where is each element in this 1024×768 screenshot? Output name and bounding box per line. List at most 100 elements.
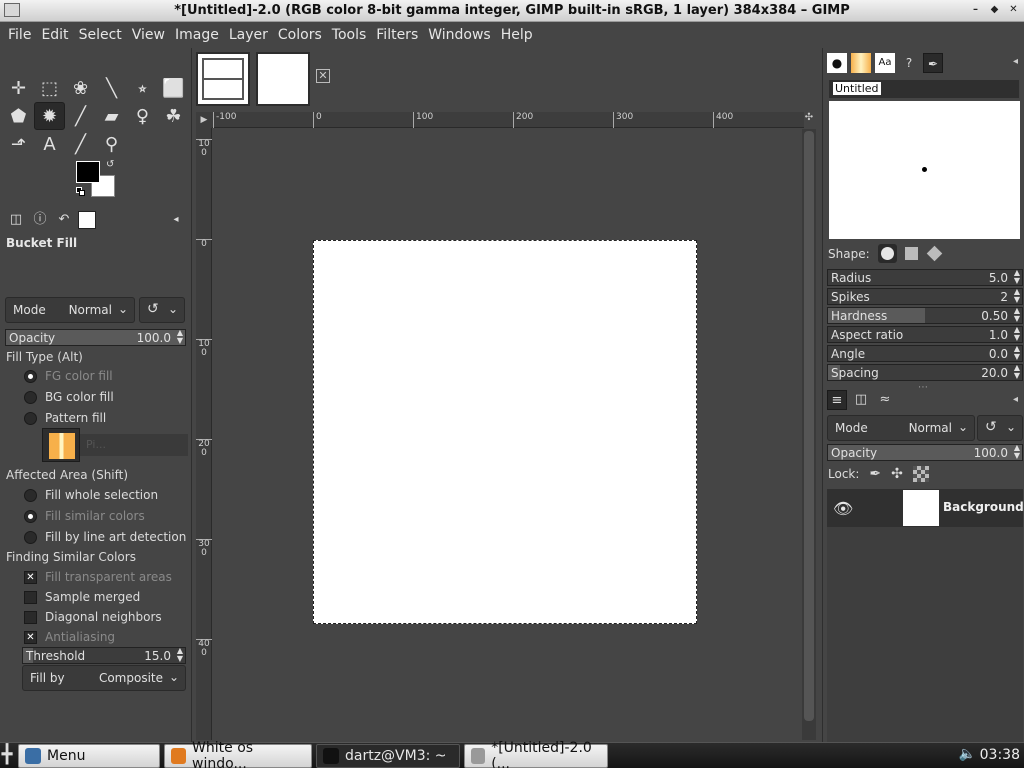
checkbox[interactable] — [24, 610, 37, 624]
brush-param-slider[interactable]: Aspect ratio 1.0 ▲ ▼ — [827, 326, 1023, 343]
brush-editor-tab-icon[interactable]: ✒ — [923, 53, 943, 73]
fonts-tab-icon[interactable]: Aa — [875, 53, 895, 73]
layer-opacity-slider[interactable]: Opacity 100.0 ▲ ▼ — [827, 444, 1023, 461]
menu-view[interactable]: View — [127, 22, 170, 48]
vertical-ruler[interactable]: 100 0 100 200 300 400 — [196, 128, 212, 740]
window-menu-icon[interactable] — [4, 3, 20, 17]
paintbrush-tool-icon[interactable]: ╱ — [65, 102, 96, 130]
spin-arrows-icon[interactable]: ▲ ▼ — [177, 329, 183, 345]
dock-separator-handle[interactable]: ⋯ — [918, 382, 928, 393]
fill-type-option[interactable]: Pattern fill — [24, 411, 106, 425]
spin-arrows-icon[interactable]: ▲ ▼ — [1014, 444, 1020, 460]
fill-by-combo[interactable]: Fill by Composite ⌄ — [22, 665, 186, 691]
shape-square-button[interactable] — [904, 247, 918, 260]
free-select-tool-icon[interactable]: ❀ — [65, 74, 96, 102]
brush-name-field[interactable]: Untitled — [829, 80, 1019, 98]
checkbox[interactable]: ✕ — [24, 570, 37, 584]
menu-colors[interactable]: Colors — [273, 22, 327, 48]
menu-file[interactable]: File — [3, 22, 36, 48]
lock-pixels-icon[interactable]: ✒ — [869, 466, 881, 482]
spin-arrows-icon[interactable]: ▲ ▼ — [1014, 307, 1020, 323]
zoom-tool-icon[interactable]: ⚲ — [96, 130, 127, 158]
taskbar-item[interactable]: *[Untitled]-2.0 (... — [464, 740, 608, 768]
bucket-fill-tool-icon[interactable]: ✹ — [34, 102, 65, 130]
paths-tab-icon[interactable]: ≈ — [875, 390, 895, 410]
threshold-slider[interactable]: Threshold 15.0 ▲ ▼ — [22, 647, 186, 664]
menu-help[interactable]: Help — [496, 22, 538, 48]
rect-select-tool-icon[interactable]: ⬚ — [34, 74, 65, 102]
canvas-viewport[interactable] — [212, 129, 802, 740]
image-canvas[interactable] — [313, 240, 697, 624]
fill-type-option[interactable]: FG color fill — [24, 369, 113, 383]
dock-menu-icon[interactable]: ◂ — [166, 210, 186, 230]
desktop-grip-icon[interactable]: ╋ — [0, 744, 14, 768]
layers-tab-icon[interactable]: ≡ — [827, 390, 847, 410]
undo-history-tab-icon[interactable]: ↶ — [54, 210, 74, 230]
similar-colors-option[interactable]: ✕ Antialiasing — [24, 630, 115, 644]
menu-image[interactable]: Image — [170, 22, 224, 48]
mode-combo[interactable]: Mode Normal ⌄ — [5, 297, 135, 323]
spin-arrows-icon[interactable]: ▲ ▼ — [1014, 288, 1020, 304]
color-picker-tool-icon[interactable]: ╱ — [65, 130, 96, 158]
volume-icon[interactable]: 🔈 — [959, 746, 976, 762]
brushes-tab-icon[interactable]: ● — [827, 53, 847, 73]
fill-type-option[interactable]: BG color fill — [24, 390, 114, 404]
device-status-tab-icon[interactable]: ⓘ — [30, 210, 50, 230]
radio-button[interactable] — [24, 488, 37, 502]
spin-arrows-icon[interactable]: ▲ ▼ — [1014, 326, 1020, 342]
taskbar-item[interactable]: White os windo... — [164, 740, 312, 768]
close-icon[interactable]: ✕ — [316, 69, 330, 83]
tool-options-tab-icon[interactable]: ◫ — [6, 210, 26, 230]
menu-layer[interactable]: Layer — [224, 22, 273, 48]
brush-param-slider[interactable]: Hardness 0.50 ▲ ▼ — [827, 307, 1023, 324]
transform-tool-icon[interactable]: ⬜ — [158, 74, 189, 102]
clone-tool-icon[interactable]: ♀ — [127, 102, 158, 130]
close-window-button[interactable]: ✕ — [1005, 2, 1022, 18]
pattern-swatch[interactable] — [42, 428, 80, 462]
affected-area-option[interactable]: Fill similar colors — [24, 509, 145, 523]
radio-button[interactable] — [24, 390, 37, 404]
swap-colors-icon[interactable]: ↺ — [106, 159, 114, 170]
affected-area-option[interactable]: Fill by line art detection — [24, 530, 186, 544]
menu-tools[interactable]: Tools — [327, 22, 372, 48]
affected-area-option[interactable]: Fill whole selection — [24, 488, 158, 502]
vertical-scrollbar[interactable] — [802, 129, 816, 740]
shape-circle-button[interactable] — [877, 244, 897, 263]
brush-param-slider[interactable]: Spacing 20.0 ▲ ▼ — [827, 364, 1023, 381]
menu-windows[interactable]: Windows — [423, 22, 496, 48]
maximize-button[interactable]: ◆ — [986, 2, 1003, 18]
brush-param-slider[interactable]: Spikes 2 ▲ ▼ — [827, 288, 1023, 305]
spin-arrows-icon[interactable]: ▲ ▼ — [177, 647, 183, 663]
radio-button[interactable] — [24, 530, 37, 544]
checkbox[interactable]: ✕ — [24, 630, 37, 644]
lock-alpha-icon[interactable] — [912, 466, 929, 482]
layer-row[interactable]: 👁 Background — [827, 489, 1024, 527]
eraser-tool-icon[interactable]: ▰ — [96, 102, 127, 130]
minimize-button[interactable]: – — [967, 2, 984, 18]
brush-param-slider[interactable]: Radius 5.0 ▲ ▼ — [827, 269, 1023, 286]
spin-arrows-icon[interactable]: ▲ ▼ — [1014, 345, 1020, 361]
image-tab-thumbnail[interactable] — [196, 52, 250, 106]
reverse-mode-combo[interactable]: ↺ ⌄ — [139, 297, 185, 323]
scrollbar-thumb[interactable] — [804, 131, 814, 721]
radio-button[interactable] — [24, 509, 37, 523]
default-colors-icon[interactable] — [76, 187, 85, 196]
channels-tab-icon[interactable]: ◫ — [851, 390, 871, 410]
horizontal-ruler[interactable]: -100 0 100 200 300 400 — [212, 112, 804, 128]
menu-select[interactable]: Select — [74, 22, 127, 48]
quick-mask-toggle-icon[interactable]: ▶ — [196, 112, 212, 128]
window-titlebar[interactable]: *[Untitled]-2.0 (RGB color 8-bit gamma i… — [0, 0, 1024, 22]
eye-icon[interactable]: 👁 — [833, 499, 853, 518]
patterns-tab-icon[interactable] — [851, 53, 871, 73]
lock-position-icon[interactable]: ✣ — [891, 466, 903, 482]
text-tool-icon[interactable]: A — [34, 130, 65, 158]
warp-tool-icon[interactable]: ⬟ — [3, 102, 34, 130]
brush-param-slider[interactable]: Angle 0.0 ▲ ▼ — [827, 345, 1023, 362]
menu-filters[interactable]: Filters — [371, 22, 423, 48]
dock-menu-icon[interactable]: ◂ — [1013, 394, 1018, 405]
move-tool-icon[interactable]: ✛ — [3, 74, 34, 102]
layer-mode-combo[interactable]: Mode Normal ⌄ — [827, 415, 975, 441]
image-tab-thumbnail[interactable] — [256, 52, 310, 106]
fuzzy-select-tool-icon[interactable]: ╲ — [96, 74, 127, 102]
radio-button[interactable] — [24, 411, 37, 425]
